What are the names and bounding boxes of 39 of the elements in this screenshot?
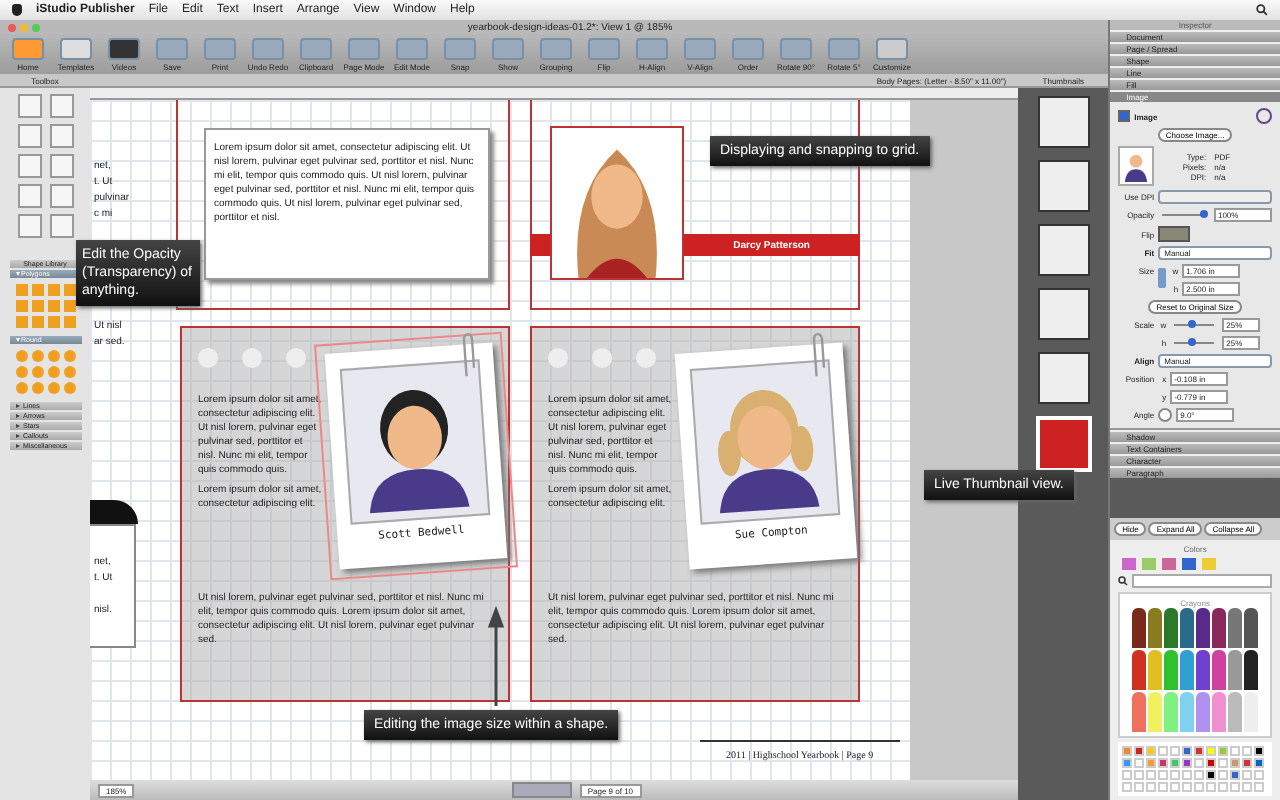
- angle-dial[interactable]: [1158, 408, 1173, 422]
- tool-icon[interactable]: [17, 124, 41, 148]
- circle-shape: [242, 348, 262, 368]
- slider-thumb[interactable]: [1188, 338, 1197, 346]
- tool-icon[interactable]: [49, 214, 73, 238]
- tool-icon[interactable]: [49, 184, 73, 208]
- circle-shape: [636, 348, 656, 368]
- dropdown[interactable]: [1158, 190, 1272, 204]
- circle-shape: [592, 348, 612, 368]
- semicircle-shape: [90, 500, 138, 524]
- page-thumbnail[interactable]: [1037, 224, 1090, 276]
- apple-icon[interactable]: [12, 4, 22, 16]
- circle-shape: [198, 348, 218, 368]
- person-silhouette-drawing: [1118, 146, 1155, 186]
- help-icon[interactable]: [1255, 108, 1272, 124]
- page-thumbnail[interactable]: [1037, 160, 1090, 212]
- tool-icon[interactable]: [17, 94, 41, 118]
- circle-shape: [548, 348, 568, 368]
- slider-thumb[interactable]: [1188, 320, 1197, 328]
- arrow-icon: [488, 604, 504, 708]
- tool-icon[interactable]: [17, 184, 41, 208]
- search-icon: [1118, 576, 1129, 586]
- search-icon[interactable]: [1256, 4, 1268, 16]
- tool-icon[interactable]: [49, 124, 73, 148]
- page-thumbnail[interactable]: [1037, 96, 1090, 148]
- tool-icon[interactable]: [17, 214, 41, 238]
- tool-icon[interactable]: [17, 154, 41, 178]
- swatch-grid[interactable]: [1118, 742, 1272, 796]
- paperclip-icon: [809, 331, 829, 381]
- paperclip-icon: [459, 331, 479, 381]
- tool-icon[interactable]: [49, 154, 73, 178]
- page-thumbnail[interactable]: [1037, 352, 1090, 404]
- circle-shape: [286, 348, 306, 368]
- page-nav-icon[interactable]: [511, 782, 572, 798]
- checkbox[interactable]: [1118, 110, 1131, 122]
- page-thumbnail[interactable]: [1037, 288, 1090, 340]
- tool-icon[interactable]: [49, 94, 73, 118]
- slider-thumb[interactable]: [1199, 210, 1208, 218]
- search-field[interactable]: [1132, 574, 1272, 588]
